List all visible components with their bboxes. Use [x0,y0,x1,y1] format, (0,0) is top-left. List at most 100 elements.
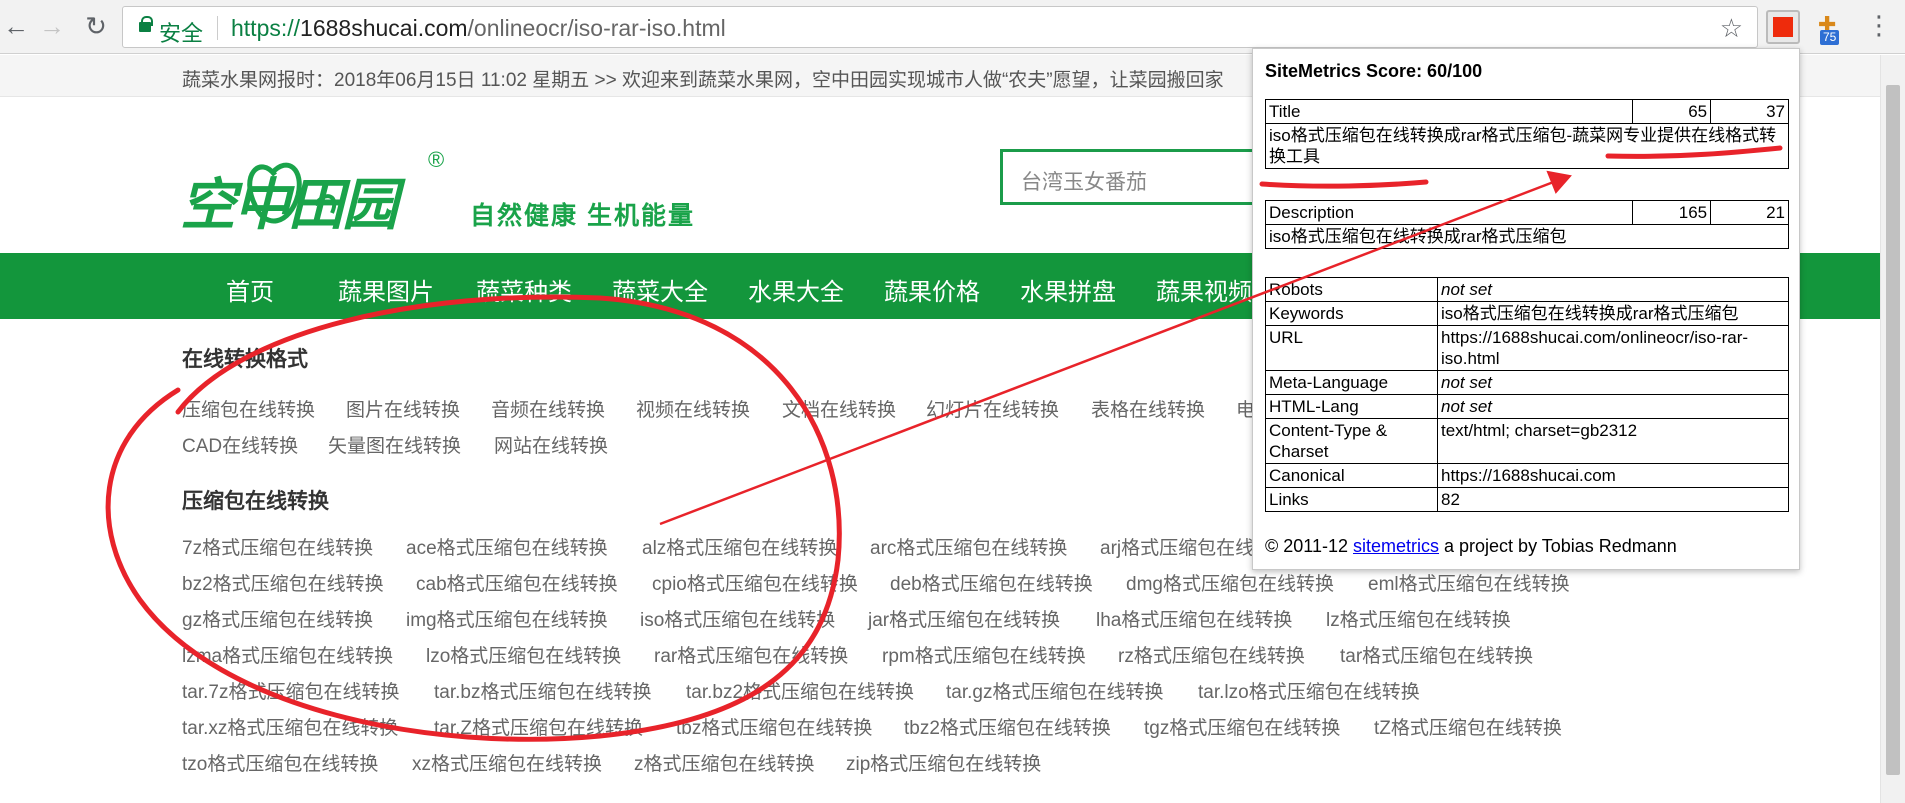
red-square-icon [1773,17,1793,37]
sitemetrics-popup: SiteMetrics Score: 60/100 Title 65 37 is… [1252,48,1800,570]
address-bar[interactable]: 安全 https://1688shucai.com/onlineocr/iso-… [122,6,1758,48]
link-z[interactable]: z格式压缩包在线转换 [634,749,815,776]
scroll-thumb[interactable] [1886,85,1900,775]
link-archive-convert[interactable]: 压缩包在线转换 [182,395,315,422]
meta-key: URL [1265,325,1438,371]
nav-item-veg-types[interactable]: 蔬菜种类 [476,272,572,307]
back-icon[interactable]: ← [0,10,32,42]
link-vector-convert[interactable]: 矢量图在线转换 [328,431,461,458]
link-eml[interactable]: eml格式压缩包在线转换 [1368,569,1570,596]
slogan: 自然健康 生机能量 [470,202,695,230]
link-arj[interactable]: arj格式压缩包在线 [1100,533,1254,560]
section-title-archive-convert: 压缩包在线转换 [182,490,329,513]
link-rar[interactable]: rar格式压缩包在线转换 [654,641,848,668]
link-tar-7z[interactable]: tar.7z格式压缩包在线转换 [182,677,399,704]
meta-table: Robots not set Keywords iso格式压缩包在线转换成rar… [1265,277,1789,512]
sitemetrics-link[interactable]: sitemetrics [1353,536,1439,556]
link-zip[interactable]: zip格式压缩包在线转换 [846,749,1041,776]
scrollbar[interactable] [1880,55,1905,803]
link-tar-xz[interactable]: tar.xz格式压缩包在线转换 [182,713,398,740]
meta-row: Keywords iso格式压缩包在线转换成rar格式压缩包 [1265,301,1789,326]
extension-icon[interactable]: ✚ 75 [1814,10,1848,46]
link-gz[interactable]: gz格式压缩包在线转换 [182,605,373,632]
link-img[interactable]: img格式压缩包在线转换 [406,605,608,632]
link-image-convert[interactable]: 图片在线转换 [346,395,460,422]
nav-item-prices[interactable]: 蔬果价格 [884,272,980,307]
nav-item-home[interactable]: 首页 [226,272,274,307]
link-jar[interactable]: jar格式压缩包在线转换 [868,605,1060,632]
link-tar-z[interactable]: tar.Z格式压缩包在线转换 [434,713,643,740]
link-audio-convert[interactable]: 音频在线转换 [491,395,605,422]
meta-value: not set [1437,394,1789,419]
link-deb[interactable]: deb格式压缩包在线转换 [890,569,1093,596]
nav-item-video[interactable]: 蔬果视频 [1156,272,1252,307]
link-tar-lzo[interactable]: tar.lzo格式压缩包在线转换 [1198,677,1420,704]
link-cad-convert[interactable]: CAD在线转换 [182,431,298,458]
link-tar-bz2[interactable]: tar.bz2格式压缩包在线转换 [686,677,914,704]
link-7z[interactable]: 7z格式压缩包在线转换 [182,533,373,560]
link-dmg[interactable]: dmg格式压缩包在线转换 [1126,569,1334,596]
description-value: iso格式压缩包在线转换成rar格式压缩包 [1265,224,1789,249]
forward-icon[interactable]: → [36,10,68,42]
link-iso[interactable]: iso格式压缩包在线转换 [640,605,835,632]
menu-dots-icon[interactable]: ⋮ [1866,10,1892,41]
url-host: 1688shucai.com [300,15,468,41]
nav-item-platter[interactable]: 水果拼盘 [1020,272,1116,307]
link-slides-convert[interactable]: 幻灯片在线转换 [926,395,1059,422]
link-tar[interactable]: tar格式压缩包在线转换 [1340,641,1533,668]
link-lz[interactable]: lz格式压缩包在线转换 [1326,605,1511,632]
link-tz[interactable]: tZ格式压缩包在线转换 [1374,713,1562,740]
link-rpm[interactable]: rpm格式压缩包在线转换 [882,641,1086,668]
nav-item-pictures[interactable]: 蔬果图片 [338,272,434,307]
title-table: Title 65 37 iso格式压缩包在线转换成rar格式压缩包-蔬菜网专业提… [1264,99,1789,169]
url-scheme: https:// [231,15,301,41]
nav-item-fruit-all[interactable]: 水果大全 [748,272,844,307]
url-text[interactable]: https://1688shucai.com/onlineocr/iso-rar… [231,15,726,42]
url-path: /onlineocr/iso-rar-iso.html [467,15,726,41]
meta-row: Meta-Language not set [1265,370,1789,395]
meta-key: Canonical [1265,463,1438,488]
link-lzma[interactable]: lzma格式压缩包在线转换 [182,641,393,668]
meta-value: https://1688shucai.com/onlineocr/iso-rar… [1437,325,1789,371]
link-arc[interactable]: arc格式压缩包在线转换 [870,533,1067,560]
link-alz[interactable]: alz格式压缩包在线转换 [642,533,837,560]
link-tbz2[interactable]: tbz2格式压缩包在线转换 [904,713,1111,740]
reload-icon[interactable]: ↻ [80,10,112,42]
search-box[interactable]: 台湾玉女番茄 [1000,149,1260,205]
title-length: 37 [1710,99,1789,124]
nav-item-veg-all[interactable]: 蔬菜大全 [612,272,708,307]
link-website-convert[interactable]: 网站在线转换 [494,431,608,458]
link-ace[interactable]: ace格式压缩包在线转换 [406,533,608,560]
footer-copyright: © 2011-12 [1265,536,1353,556]
section-title-online-convert: 在线转换格式 [182,348,308,371]
link-tbz[interactable]: tbz格式压缩包在线转换 [676,713,872,740]
link-bz2[interactable]: bz2格式压缩包在线转换 [182,569,384,596]
link-tgz[interactable]: tgz格式压缩包在线转换 [1144,713,1340,740]
link-lha[interactable]: lha格式压缩包在线转换 [1096,605,1292,632]
link-lzo[interactable]: lzo格式压缩包在线转换 [426,641,621,668]
meta-key: Robots [1265,277,1438,302]
meta-key: HTML-Lang [1265,394,1438,419]
secure-label: 安全 [159,21,204,46]
meta-row: URL https://1688shucai.com/onlineocr/iso… [1265,325,1789,371]
link-video-convert[interactable]: 视频在线转换 [636,395,750,422]
link-xz[interactable]: xz格式压缩包在线转换 [412,749,602,776]
meta-row: HTML-Lang not set [1265,394,1789,419]
link-rz[interactable]: rz格式压缩包在线转换 [1118,641,1305,668]
link-sheet-convert[interactable]: 表格在线转换 [1091,395,1205,422]
meta-row: Robots not set [1265,277,1789,302]
logo-text[interactable]: 空中田园 [180,160,398,241]
link-tar-bz[interactable]: tar.bz格式压缩包在线转换 [434,677,651,704]
search-input[interactable]: 台湾玉女番茄 [1021,166,1147,196]
link-document-convert[interactable]: 文档在线转换 [782,395,896,422]
footer-credit: a project by Tobias Redmann [1439,536,1677,556]
meta-value: not set [1437,277,1789,302]
link-cpio[interactable]: cpio格式压缩包在线转换 [652,569,858,596]
link-tar-gz[interactable]: tar.gz格式压缩包在线转换 [946,677,1163,704]
meta-key: Meta-Language [1265,370,1438,395]
bookmark-star-icon[interactable]: ☆ [1720,13,1743,44]
sitemetrics-extension-icon[interactable] [1766,10,1800,44]
link-tzo[interactable]: tzo格式压缩包在线转换 [182,749,378,776]
meta-row: Content-Type & Charset text/html; charse… [1265,418,1789,464]
link-cab[interactable]: cab格式压缩包在线转换 [416,569,618,596]
